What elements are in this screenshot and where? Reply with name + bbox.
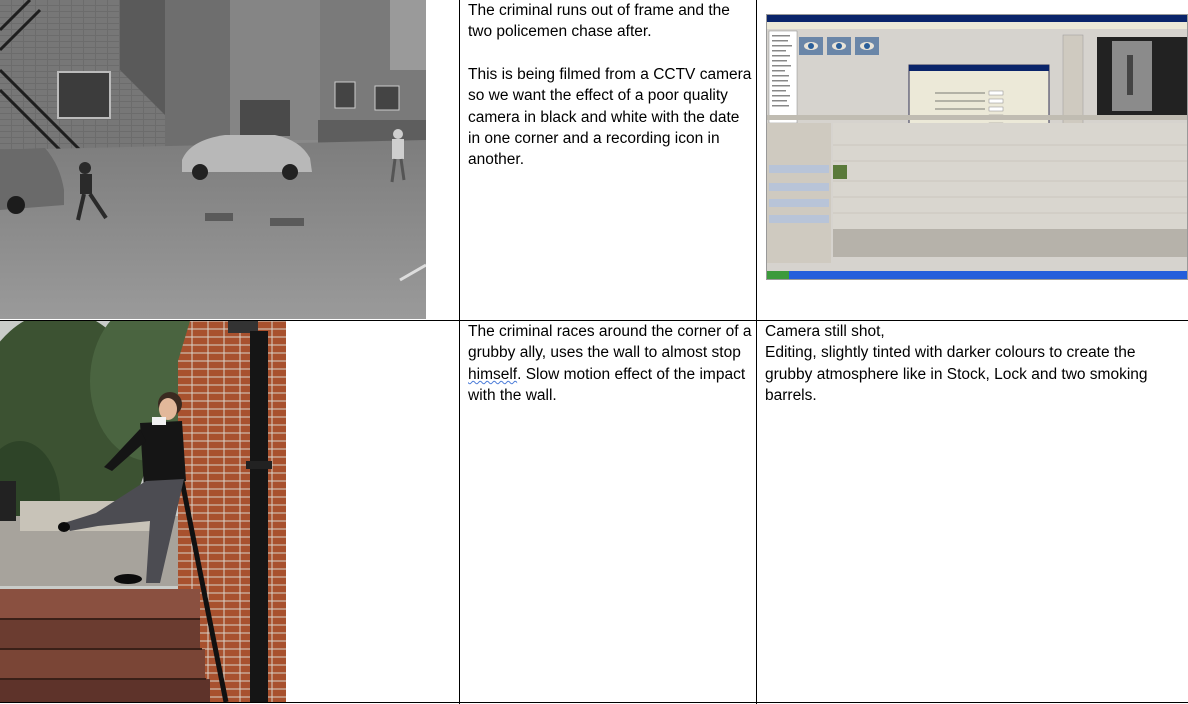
row-1-description-line-2: This is being filmed from a CCTV camera … — [468, 65, 752, 169]
alley-corner-photo — [0, 321, 286, 702]
table-column-divider-1 — [459, 0, 460, 704]
row-1-description: The criminal runs out of frame and the t… — [468, 0, 752, 171]
row-2-notes: Camera still shot, Editing, slightly tin… — [765, 321, 1183, 407]
cctv-courtyard-photo — [0, 0, 426, 319]
row-2-notes-line-2: Editing, slightly tinted with darker col… — [765, 344, 1148, 405]
row-2-notes-line-1: Camera still shot, — [765, 323, 885, 340]
row-2-description: The criminal races around the corner of … — [468, 321, 754, 407]
table-bottom-border — [0, 702, 1188, 703]
row-2-description-text: The criminal races around the corner of … — [468, 321, 754, 407]
table-column-divider-2 — [756, 0, 757, 704]
editing-software-screenshot — [766, 14, 1188, 280]
row-2-description-part-1: The criminal races around the corner of … — [468, 323, 752, 362]
row-1-description-line-1: The criminal runs out of frame and the t… — [468, 2, 730, 41]
spellcheck-word: himself — [468, 365, 518, 383]
